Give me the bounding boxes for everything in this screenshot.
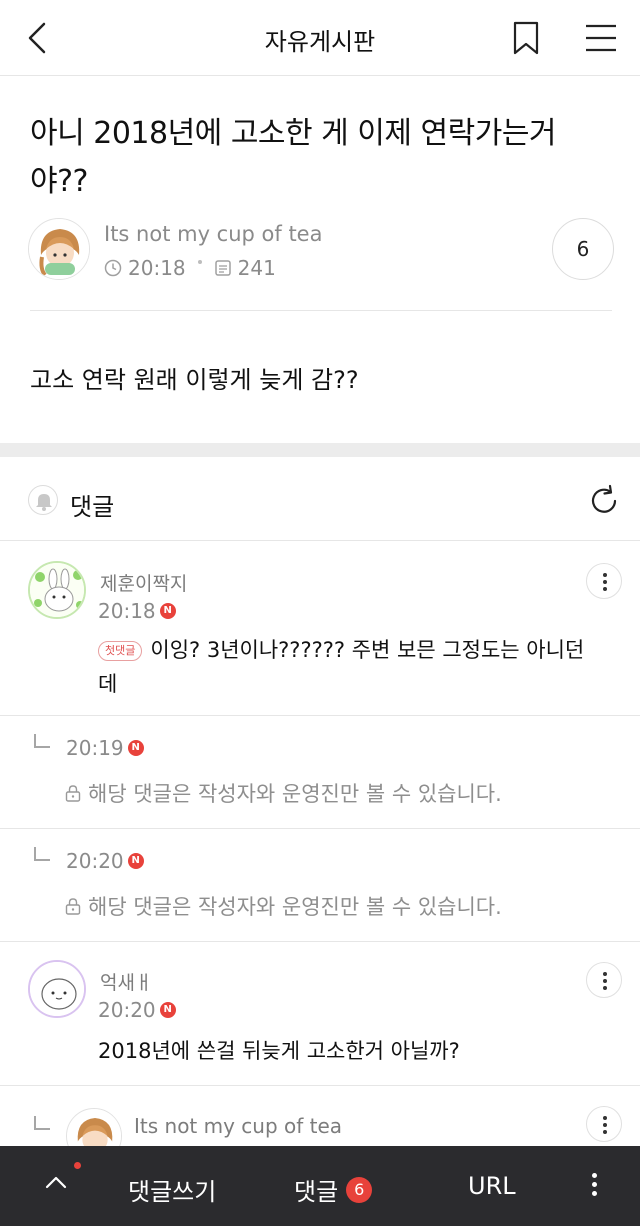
new-badge: N	[159, 603, 176, 619]
private-comment-text: 해당 댓글은 작성자와 운영진만 볼 수 있습니다.	[88, 895, 502, 919]
reply-arrow-icon	[34, 1116, 50, 1130]
comments-label: 댓글	[70, 493, 115, 521]
private-comment-notice: 해당 댓글은 작성자와 운영진만 볼 수 있습니다.	[64, 891, 502, 921]
chevron-up-icon[interactable]	[44, 1174, 68, 1190]
commenter-name[interactable]: Its not my cup of tea	[134, 1114, 342, 1138]
board-title: 자유게시판	[264, 28, 376, 56]
reply-item: Its not my cup of tea	[0, 1086, 640, 1164]
lock-icon	[65, 785, 81, 802]
post-views: 241	[237, 256, 276, 280]
comment-text-block: 첫댓글 이잉? 3년이나?????? 주변 보믄 그정도는 아니던 데	[98, 633, 598, 701]
comment-time-text: 20:18	[98, 599, 156, 623]
write-comment-button[interactable]: 댓글쓰기	[128, 1172, 216, 1207]
private-comment-text: 해당 댓글은 작성자와 운영진만 볼 수 있습니다.	[88, 782, 502, 806]
reply-item: 20:19 N 해당 댓글은 작성자와 운영진만 볼 수 있습니다.	[0, 716, 640, 829]
hamburger-menu-icon[interactable]	[584, 22, 618, 54]
comment-time: 20:20 N	[98, 998, 176, 1022]
comment-text: 이잉? 3년이나?????? 주변 보믄 그정도는 아니던 데	[98, 638, 585, 696]
section-separator	[0, 443, 640, 457]
comment-more-button[interactable]	[586, 1106, 622, 1142]
meta-separator	[197, 260, 202, 264]
comment-count-button[interactable]: 6	[552, 218, 614, 280]
comment-item: 제훈이짝지 20:18 N 첫댓글 이잉? 3년이나?????? 주변 보믄 그정…	[0, 541, 640, 716]
new-badge: N	[159, 1002, 176, 1018]
new-badge: N	[127, 853, 144, 869]
commenter-name[interactable]: 억새ㅐ	[100, 968, 152, 995]
comment-text: 2018년에 쓴걸 뒤늦게 고소한거 아닐까?	[98, 1039, 460, 1063]
lock-icon	[65, 898, 81, 915]
comment-time-text: 20:20	[98, 998, 156, 1022]
comment-time: 20:18 N	[98, 599, 176, 623]
comment-item: 억새ㅐ 20:20 N 2018년에 쓴걸 뒤늦게 고소한거 아닐까?	[0, 942, 640, 1086]
commenter-avatar[interactable]	[28, 960, 86, 1018]
new-badge: N	[127, 740, 144, 756]
views-icon	[214, 260, 231, 276]
reply-time: 20:19 N	[66, 736, 144, 760]
reply-time-text: 20:19	[66, 736, 124, 760]
comments-header: 댓글	[0, 457, 640, 541]
first-comment-badge: 첫댓글	[98, 641, 143, 661]
comments-button[interactable]: 댓글 6	[294, 1172, 373, 1207]
url-button[interactable]: URL	[468, 1172, 516, 1200]
refresh-icon[interactable]	[586, 483, 622, 519]
commenter-avatar[interactable]	[28, 561, 86, 619]
comment-more-button[interactable]	[586, 962, 622, 998]
post-time: 20:18	[128, 256, 186, 280]
bookmark-icon[interactable]	[510, 20, 542, 56]
reply-time: 20:20 N	[66, 849, 144, 873]
reply-arrow-icon	[34, 734, 50, 748]
notification-bell-icon[interactable]	[28, 485, 58, 515]
post-title: 아니 2018년에 고소한 게 이제 연락가는거 야??	[30, 116, 557, 199]
post-body: 고소 연락 원래 이렇게 늦게 감??	[30, 366, 359, 394]
comments-button-label: 댓글	[294, 1178, 339, 1206]
reply-time-text: 20:20	[66, 849, 124, 873]
divider	[30, 310, 612, 311]
notification-dot	[74, 1162, 81, 1169]
post-meta: 20:18 241	[104, 256, 276, 280]
top-bar: 자유게시판	[0, 0, 640, 76]
commenter-name[interactable]: 제훈이짝지	[100, 569, 187, 596]
author-name[interactable]: Its not my cup of tea	[104, 222, 322, 246]
reply-item: 20:20 N 해당 댓글은 작성자와 운영진만 볼 수 있습니다.	[0, 829, 640, 942]
reply-arrow-icon	[34, 847, 50, 861]
comment-more-button[interactable]	[586, 563, 622, 599]
comments-count-badge: 6	[346, 1176, 373, 1203]
clock-icon	[104, 259, 122, 277]
private-comment-notice: 해당 댓글은 작성자와 운영진만 볼 수 있습니다.	[64, 778, 502, 808]
author-avatar[interactable]	[28, 218, 90, 280]
more-options-icon[interactable]	[590, 1170, 598, 1200]
bottom-action-bar: 댓글쓰기 댓글 6 URL	[0, 1146, 640, 1226]
